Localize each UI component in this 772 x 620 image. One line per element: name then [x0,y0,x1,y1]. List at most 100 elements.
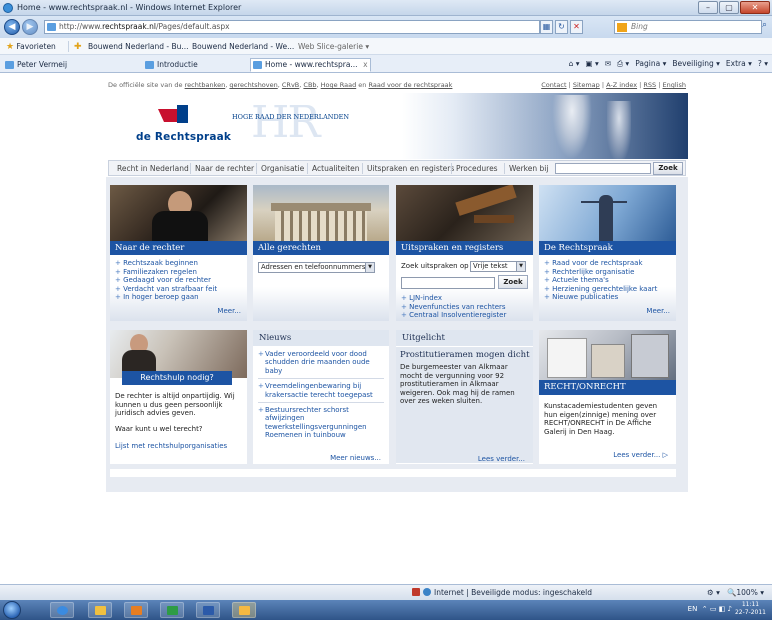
link-raad-voor-de-rechtspraak-card[interactable]: Raad voor de rechtspraak [544,259,657,268]
search-type-select[interactable]: Vrije tekst ▼ [470,261,526,272]
news-item[interactable]: Bestuursrechter schorst afwijzingen tewe… [258,406,384,440]
link-rss[interactable]: RSS [643,81,656,89]
favorite-link-2[interactable]: Bouwend Nederland - We... [192,42,294,51]
search-input[interactable]: Bing [614,20,762,34]
link-rechtbanken[interactable]: rechtbanken [185,81,226,89]
maximize-button[interactable]: ▢ [719,1,739,14]
site-logo-text[interactable]: de Rechtspraak [136,131,231,143]
feeds-icon[interactable]: ▣ ▾ [586,59,599,69]
link-gedaagd-voor-de-rechter[interactable]: Gedaagd voor de rechter [115,276,217,285]
link-in-hoger-beroep-gaan[interactable]: In hoger beroep gaan [115,293,217,302]
address-bar[interactable]: http://www.rechtspraak.nl/Pages/default.… [44,20,540,34]
taskbar: EN ⌃ ▭ ◧ ♪ 11:11 22-7-2011 [0,600,772,620]
uitgelicht-heading: Uitgelicht [396,330,533,346]
close-tab-icon[interactable]: x [363,59,367,71]
more-news-link[interactable]: Meer nieuws... [330,454,381,462]
card-title-alle-gerechten[interactable]: Alle gerechten [253,241,389,255]
tab-peter-vermeij[interactable]: Peter Vermeij [2,58,68,72]
card-title-naar-de-rechter[interactable]: Naar de rechter [110,241,247,255]
link-hoge-raad[interactable]: Hoge Raad [321,81,357,89]
rechtshulp-banner[interactable]: Rechtshulp nodig? [122,371,232,385]
favorite-link-1[interactable]: Bouwend Nederland - Bu... [88,42,189,51]
search-icon[interactable]: ⌕ [762,20,772,34]
card-title-de-rechtspraak[interactable]: De Rechtspraak [539,241,676,255]
mail-icon[interactable]: ✉ [605,59,611,69]
minimize-button[interactable]: – [698,1,718,14]
site-search-input[interactable] [555,163,651,174]
link-rechterlijke-organisatie[interactable]: Rechterlijke organisatie [544,268,657,277]
court-addresses-select[interactable]: Adressen en telefoonnummers ▼ [258,262,375,273]
nav-werken-bij[interactable]: Werken bij [509,164,548,173]
recht-onrecht-title[interactable]: RECHT/ONRECHT [539,380,676,395]
status-bar: Internet | Beveiligde modus: ingeschakel… [0,584,772,600]
nav-actualiteiten[interactable]: Actualiteiten [312,164,360,173]
link-crvb[interactable]: CRvB [282,81,299,89]
tools-menu[interactable]: Extra ▾ [726,59,752,69]
news-item[interactable]: Vader veroordeeld voor dood schudden dri… [258,350,384,375]
link-nieuwe-publicaties[interactable]: Nieuwe publicaties [544,293,657,302]
link-rechtszaak-beginnen[interactable]: Rechtszaak beginnen [115,259,217,268]
taskbar-explorer-icon[interactable] [88,602,112,618]
link-cbb[interactable]: CBb [303,81,316,89]
link-contact[interactable]: Contact [541,81,566,89]
link-raad-voor-de-rechtspraak[interactable]: Raad voor de rechtspraak [368,81,452,89]
nav-uitspraken-en-registers[interactable]: Uitspraken en registers [367,164,454,173]
web-slice-gallery[interactable]: Web Slice-galerie ▾ [298,42,369,51]
rechtshulp-question: Waar kunt u wel terecht? [115,425,203,433]
taskbar-ie-icon[interactable] [50,602,74,618]
nav-naar-de-rechter[interactable]: Naar de rechter [195,164,254,173]
close-window-button[interactable]: ✕ [740,1,770,14]
de-rechtspraak-links: Raad voor de rechtspraak Rechterlijke or… [544,259,657,302]
nav-recht-in-nederland[interactable]: Recht in Nederland [117,164,189,173]
site-search-button[interactable]: Zoek [653,162,683,175]
compatibility-icon[interactable]: ▦ [540,20,553,34]
forward-button[interactable]: ▶ [22,19,38,35]
tab-home-rechtspraak[interactable]: Home - www.rechtspra... x [250,58,371,72]
link-familiezaken-regelen[interactable]: Familiezaken regelen [115,268,217,277]
language-indicator[interactable]: EN [688,605,698,613]
link-nevenfuncties[interactable]: Nevenfuncties van rechters [401,303,506,312]
nav-organisatie[interactable]: Organisatie [261,164,304,173]
tab-introductie[interactable]: Introductie [142,58,199,72]
uitgelicht-subtitle[interactable]: Prostitutieramen mogen dicht [400,350,529,360]
taskbar-word-icon[interactable] [196,602,220,618]
link-centraal-insolventieregister[interactable]: Centraal Insolventieregister [401,311,506,320]
link-ljn-index[interactable]: LJN-index [401,294,506,303]
taskbar-excel-icon[interactable] [160,602,184,618]
link-verdacht-van-strafbaar-feit[interactable]: Verdacht van strafbaar feit [115,285,217,294]
address-prefix: http://www. [59,22,103,31]
link-rechtshulporganisaties[interactable]: Lijst met rechtshulporganisaties [115,442,227,450]
link-sitemap[interactable]: Sitemap [573,81,600,89]
favorites-button[interactable]: ★ Favorieten [6,42,56,52]
link-english[interactable]: English [663,81,686,89]
uitspraken-search-input[interactable] [401,277,495,289]
news-item[interactable]: Vreemdelingenbewaring bij krakersactie t… [258,382,384,399]
nav-procedures[interactable]: Procedures [456,164,498,173]
refresh-icon[interactable]: ↻ [555,20,568,34]
more-link-de-rechtspraak[interactable]: Meer... [646,307,670,315]
uitgelicht-more-link[interactable]: Lees verder... [478,455,525,463]
taskbar-paint-icon[interactable] [232,602,256,618]
print-icon[interactable]: ⎙ ▾ [617,59,629,69]
link-herziening-gerechtelijke-kaart[interactable]: Herziening gerechtelijke kaart [544,285,657,294]
security-status[interactable]: Internet | Beveiligde modus: ingeschakel… [412,588,592,597]
stop-icon[interactable]: ✕ [570,20,583,34]
link-az-index[interactable]: A-Z index [606,81,637,89]
taskbar-outlook-icon[interactable] [124,602,148,618]
card-title-uitspraken[interactable]: Uitspraken en registers [396,241,533,255]
start-button[interactable] [3,601,21,619]
safety-menu[interactable]: Beveiliging ▾ [672,59,720,69]
recht-onrecht-more-link[interactable]: Lees verder... ▷ [613,451,668,459]
clock[interactable]: 11:11 22-7-2011 [735,601,766,617]
rechtspraak-logo-icon[interactable] [158,105,188,123]
zoom-control[interactable]: ⚙ ▾ 🔍100% ▾ [707,588,764,597]
add-favorite-icon[interactable]: ✚ [74,42,82,52]
home-icon[interactable]: ⌂ ▾ [569,59,580,69]
link-gerechtshoven[interactable]: gerechtshoven [229,81,277,89]
help-icon[interactable]: ? ▾ [758,59,768,69]
uitspraken-search-button[interactable]: Zoek [498,275,528,289]
page-menu[interactable]: Pagina ▾ [635,59,666,69]
link-actuele-themas[interactable]: Actuele thema's [544,276,657,285]
more-link-naar-de-rechter[interactable]: Meer... [217,307,241,315]
back-button[interactable]: ◀ [4,19,20,35]
